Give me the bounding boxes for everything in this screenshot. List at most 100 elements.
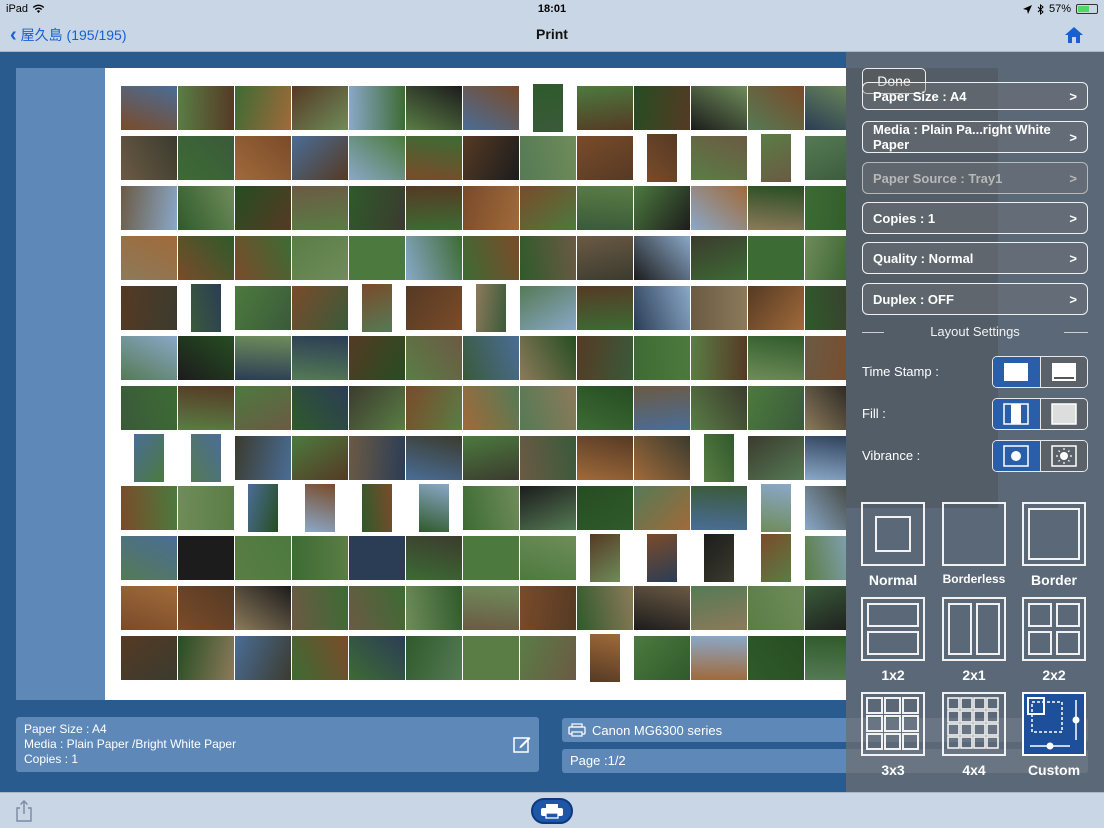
photo-thumbnail bbox=[805, 586, 846, 630]
photo-thumbnail bbox=[704, 534, 734, 582]
page-title: Print bbox=[536, 26, 568, 42]
vibrance-on-option[interactable] bbox=[1039, 441, 1087, 471]
paper-source-setting: Paper Source : Tray1 > bbox=[862, 162, 1088, 194]
layout-3x3-icon bbox=[861, 692, 925, 756]
photo-thumbnail bbox=[761, 134, 791, 182]
photo-thumbnail bbox=[577, 436, 633, 480]
layout-normal[interactable]: Normal bbox=[861, 502, 925, 588]
photo-thumbnail bbox=[577, 136, 633, 180]
photo-thumbnail bbox=[121, 586, 177, 630]
info-copies: Copies : 1 bbox=[24, 752, 79, 766]
setting-label: Quality : Normal bbox=[873, 250, 974, 266]
photo-thumbnail bbox=[463, 536, 519, 580]
photo-thumbnail bbox=[235, 586, 291, 630]
time-stamp-off-option[interactable] bbox=[993, 357, 1040, 387]
photo-thumbnail bbox=[634, 236, 690, 280]
paper-size-setting[interactable]: Paper Size : A4 > bbox=[862, 82, 1088, 110]
photo-thumbnail bbox=[362, 484, 392, 532]
layout-3x3[interactable]: 3x3 bbox=[861, 692, 925, 778]
photo-thumbnail bbox=[691, 136, 747, 180]
battery-percent: 57% bbox=[1048, 3, 1071, 15]
layout-custom-icon bbox=[1022, 692, 1086, 756]
photo-thumbnail bbox=[406, 186, 462, 230]
photo-thumbnail bbox=[406, 236, 462, 280]
photo-thumbnail bbox=[235, 186, 291, 230]
time-stamp-on-option[interactable] bbox=[1039, 357, 1087, 387]
clock: 18:01 bbox=[537, 3, 567, 15]
photo-thumbnail bbox=[305, 484, 335, 532]
battery-icon bbox=[1076, 4, 1098, 14]
print-preview-page[interactable] bbox=[105, 68, 846, 700]
layout-label: 4x4 bbox=[962, 762, 986, 778]
photo-thumbnail bbox=[292, 236, 348, 280]
share-icon[interactable] bbox=[14, 800, 34, 822]
printer-icon bbox=[568, 723, 586, 737]
status-bar: iPad 18:01 57% bbox=[0, 0, 1104, 18]
layout-2x1[interactable]: 2x1 bbox=[942, 597, 1006, 683]
layout-custom[interactable]: Custom bbox=[1022, 692, 1086, 778]
duplex-setting[interactable]: Duplex : OFF > bbox=[862, 283, 1088, 315]
layout-2x2[interactable]: 2x2 bbox=[1022, 597, 1086, 683]
layout-1x2[interactable]: 1x2 bbox=[861, 597, 925, 683]
layout-4x4[interactable]: 4x4 bbox=[942, 692, 1006, 778]
photo-thumbnail bbox=[577, 236, 633, 280]
photo-thumbnail bbox=[349, 586, 405, 630]
photo-thumbnail bbox=[292, 186, 348, 230]
photo-thumbnail bbox=[748, 336, 804, 380]
info-media: Media : Plain Paper /Bright White Paper bbox=[24, 737, 237, 751]
photo-thumbnail bbox=[691, 486, 747, 530]
photo-thumbnail bbox=[533, 84, 563, 132]
fill-toggle[interactable] bbox=[992, 398, 1088, 430]
photo-thumbnail bbox=[463, 386, 519, 430]
fill-fill-option[interactable] bbox=[1039, 399, 1087, 429]
photo-thumbnail bbox=[634, 86, 690, 130]
photo-thumbnail bbox=[691, 386, 747, 430]
layout-borderless[interactable]: Borderless bbox=[942, 502, 1006, 586]
time-stamp-toggle[interactable] bbox=[992, 356, 1088, 388]
photo-thumbnail bbox=[805, 386, 846, 430]
photo-thumbnail bbox=[362, 284, 392, 332]
layout-label: 2x2 bbox=[1042, 667, 1066, 683]
photo-thumbnail bbox=[235, 336, 291, 380]
photo-thumbnail bbox=[805, 186, 846, 230]
photo-thumbnail bbox=[805, 336, 846, 380]
photo-thumbnail bbox=[634, 186, 690, 230]
photo-thumbnail bbox=[590, 634, 620, 682]
media-setting[interactable]: Media : Plain Pa...right White Paper > bbox=[862, 121, 1088, 153]
photo-thumbnail bbox=[634, 586, 690, 630]
photo-thumbnail bbox=[748, 286, 804, 330]
photo-thumbnail bbox=[406, 86, 462, 130]
photo-thumbnail bbox=[292, 86, 348, 130]
fill-label: Fill : bbox=[862, 406, 886, 421]
printer-icon bbox=[541, 804, 563, 819]
copies-setting[interactable]: Copies : 1 > bbox=[862, 202, 1088, 234]
photo-thumbnail bbox=[805, 286, 846, 330]
vibrance-toggle[interactable] bbox=[992, 440, 1088, 472]
fit-image-icon bbox=[1003, 403, 1029, 425]
photo-thumbnail bbox=[691, 586, 747, 630]
edit-icon[interactable] bbox=[513, 735, 531, 753]
vibrance-off-option[interactable] bbox=[993, 441, 1040, 471]
photo-thumbnail bbox=[634, 386, 690, 430]
chevron-right-icon: > bbox=[1069, 170, 1077, 186]
photo-thumbnail bbox=[349, 386, 405, 430]
photo-thumbnail bbox=[748, 636, 804, 680]
photo-thumbnail bbox=[634, 436, 690, 480]
photo-thumbnail bbox=[748, 236, 804, 280]
chevron-right-icon: > bbox=[1069, 129, 1077, 145]
photo-thumbnail bbox=[805, 436, 846, 480]
photo-thumbnail bbox=[178, 586, 234, 630]
vibrance-on-icon bbox=[1051, 445, 1077, 467]
layout-2x2-icon bbox=[1022, 597, 1086, 661]
photo-thumbnail bbox=[463, 636, 519, 680]
photo-thumbnail bbox=[520, 386, 576, 430]
home-icon[interactable] bbox=[1064, 25, 1084, 45]
photo-thumbnail bbox=[235, 636, 291, 680]
photo-thumbnail bbox=[748, 436, 804, 480]
layout-border[interactable]: Border bbox=[1022, 502, 1086, 588]
print-info-summary[interactable]: Paper Size : A4 Media : Plain Paper /Bri… bbox=[16, 717, 539, 772]
print-button[interactable] bbox=[531, 798, 573, 824]
fill-fit-option[interactable] bbox=[993, 399, 1040, 429]
quality-setting[interactable]: Quality : Normal > bbox=[862, 242, 1088, 274]
photo-thumbnail bbox=[178, 636, 234, 680]
